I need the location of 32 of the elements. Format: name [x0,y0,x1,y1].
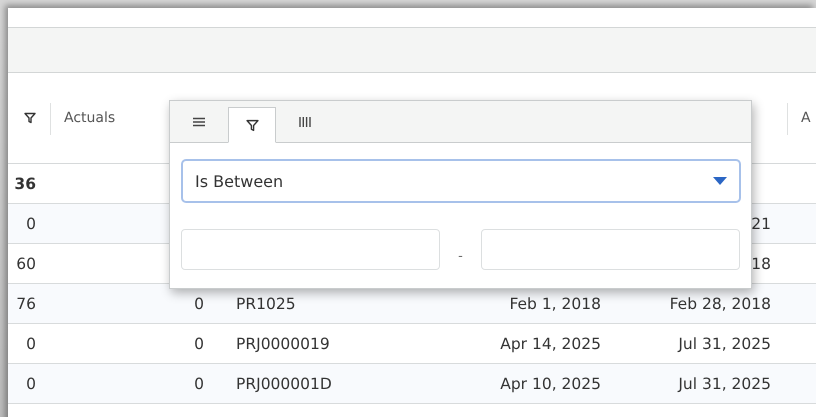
table-cell: PRJ0000019 [236,334,330,352]
column-header[interactable]: A [801,110,811,126]
column-header[interactable]: Actuals [64,110,116,126]
filter-icon[interactable] [24,112,36,124]
input-field[interactable] [181,229,440,270]
table-cell: Jul 31, 2025 [678,334,771,352]
menu-icon [193,116,205,126]
table-cell: PRJ000001D [236,374,332,392]
table-cell: 18 [751,254,771,272]
range-separator: - [457,248,464,264]
table-cell: 60 [16,254,36,272]
table-cell: Apr 14, 2025 [500,334,601,352]
table-cell: 76 [16,294,36,312]
columns-icon [299,116,311,126]
table-cell: 0 [26,214,36,232]
table-cell: 21 [751,214,771,232]
table-cell: 0 [26,334,36,352]
table-cell: Feb 28, 2018 [670,294,771,312]
table-cell: 0 [194,294,204,312]
caret-icon [713,177,727,185]
table-cell: 36 [14,174,36,192]
table-cell: Jul 31, 2025 [678,374,771,392]
input-field[interactable] [481,229,740,270]
popup-tab[interactable] [228,107,276,143]
table-cell: Apr 10, 2025 [500,374,601,392]
table-cell: PR1025 [236,294,296,312]
table-cell: 0 [194,374,204,392]
table-cell: 0 [26,374,36,392]
filter-icon [246,118,258,132]
condition-dropdown[interactable]: Is Between [181,159,741,203]
table-cell: 0 [194,334,204,352]
table-cell: Feb 1, 2018 [509,294,601,312]
